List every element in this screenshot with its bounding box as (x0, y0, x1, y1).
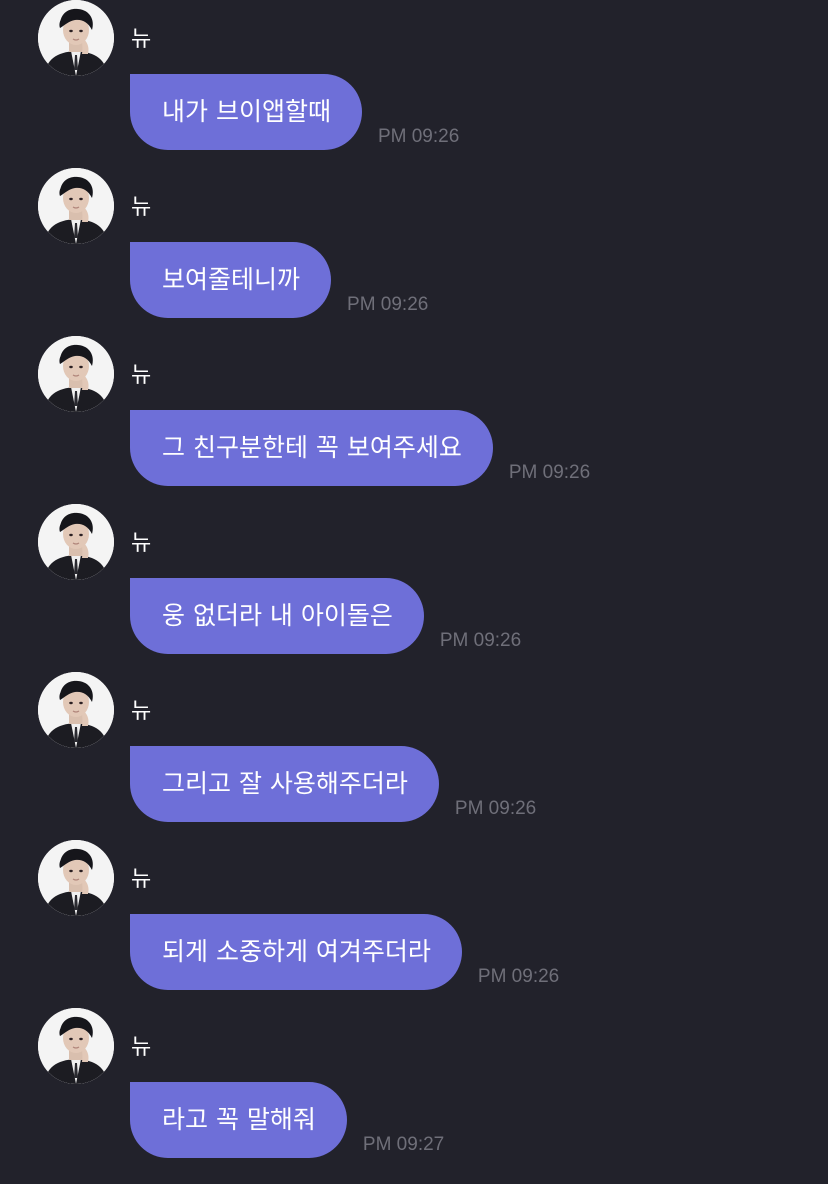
chat-message: 뉴 내가 브이앱할때 PM 09:26 (0, 0, 828, 168)
message-row: 내가 브이앱할때 PM 09:26 (130, 74, 459, 150)
sender-name: 뉴 (131, 698, 152, 723)
avatar[interactable] (38, 504, 114, 580)
message-timestamp: PM 09:26 (477, 966, 560, 987)
message-row: 보여줄테니까 PM 09:26 (130, 242, 428, 318)
message-bubble[interactable]: 라고 꼭 말해줘 (130, 1082, 347, 1158)
message-timestamp: PM 09:26 (508, 462, 591, 483)
chat-screen: 뉴 내가 브이앱할때 PM 09:26 뉴 보여줄테니까 PM 09:26 뉴 … (0, 0, 828, 1184)
avatar[interactable] (38, 1008, 114, 1084)
avatar[interactable] (38, 168, 114, 244)
message-bubble[interactable]: 그 친구분한테 꼭 보여주세요 (130, 410, 493, 486)
profile-photo-icon (38, 672, 114, 748)
message-row: 웅 없더라 내 아이돌은 PM 09:26 (130, 578, 521, 654)
sender-name: 뉴 (131, 362, 152, 387)
chat-message: 뉴 보여줄테니까 PM 09:26 (0, 168, 828, 336)
message-timestamp: PM 09:27 (362, 1134, 445, 1155)
message-row: 라고 꼭 말해줘 PM 09:27 (130, 1082, 444, 1158)
message-timestamp: PM 09:26 (439, 630, 522, 651)
profile-photo-icon (38, 840, 114, 916)
profile-photo-icon (38, 0, 114, 76)
sender-name: 뉴 (131, 530, 152, 555)
message-timestamp: PM 09:26 (347, 294, 429, 315)
avatar[interactable] (38, 672, 114, 748)
avatar[interactable] (38, 0, 114, 76)
sender-name: 뉴 (131, 866, 152, 891)
profile-photo-icon (38, 168, 114, 244)
profile-photo-icon (38, 1008, 114, 1084)
message-bubble[interactable]: 그리고 잘 사용해주더라 (130, 746, 439, 822)
message-bubble[interactable]: 내가 브이앱할때 (130, 74, 362, 150)
profile-photo-icon (38, 336, 114, 412)
chat-message: 뉴 그리고 잘 사용해주더라 PM 09:26 (0, 672, 828, 840)
profile-photo-icon (38, 504, 114, 580)
avatar[interactable] (38, 336, 114, 412)
chat-message: 뉴 그 친구분한테 꼭 보여주세요 PM 09:26 (0, 336, 828, 504)
message-bubble[interactable]: 웅 없더라 내 아이돌은 (130, 578, 424, 654)
sender-name: 뉴 (131, 26, 152, 51)
message-row: 되게 소중하게 여겨주더라 PM 09:26 (130, 914, 559, 990)
message-row: 그리고 잘 사용해주더라 PM 09:26 (130, 746, 536, 822)
message-timestamp: PM 09:26 (377, 126, 460, 147)
chat-message: 뉴 웅 없더라 내 아이돌은 PM 09:26 (0, 504, 828, 672)
chat-message: 뉴 라고 꼭 말해줘 PM 09:27 (0, 1008, 828, 1176)
message-timestamp: PM 09:26 (454, 798, 537, 819)
message-row: 그 친구분한테 꼭 보여주세요 PM 09:26 (130, 410, 590, 486)
chat-message: 뉴 되게 소중하게 여겨주더라 PM 09:26 (0, 840, 828, 1008)
avatar[interactable] (38, 840, 114, 916)
message-bubble[interactable]: 되게 소중하게 여겨주더라 (130, 914, 462, 990)
message-bubble[interactable]: 보여줄테니까 (130, 242, 332, 318)
sender-name: 뉴 (131, 194, 152, 219)
sender-name: 뉴 (131, 1034, 152, 1059)
